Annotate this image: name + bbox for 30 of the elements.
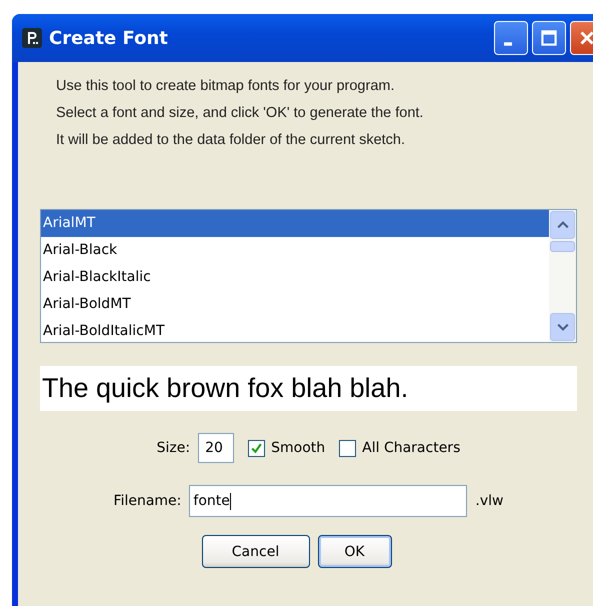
font-list-item[interactable]: Arial-Black [41, 237, 549, 264]
minimize-icon [504, 42, 512, 46]
window-title: Create Font [49, 28, 168, 48]
up-caret-icon [556, 221, 568, 229]
check-icon [250, 442, 264, 454]
font-list-item[interactable]: ArialMT [41, 210, 549, 237]
filename-label: Filename: [114, 493, 182, 509]
scroll-thumb[interactable] [550, 241, 575, 252]
instruction-text: Select a font and size, and click 'OK' to generate the font. [56, 104, 424, 123]
scrollbar[interactable] [549, 210, 576, 342]
scroll-down-button[interactable] [550, 313, 575, 341]
app-icon [22, 28, 42, 48]
filename-field[interactable]: fonte [189, 485, 468, 517]
maximize-button[interactable] [532, 21, 566, 55]
dialog-button[interactable]: Cancel [202, 535, 310, 568]
extension-label: .vlw [475, 493, 504, 509]
instruction-text: Use this tool to create bitmap fonts for your program. [56, 77, 396, 96]
instruction-text: It will be added to the data folder of the current sketch. [56, 131, 406, 150]
size-field[interactable]: 20 [198, 433, 234, 463]
font-list-item[interactable]: Arial-BoldItalicMT [41, 318, 549, 345]
font-list-item[interactable]: Arial-BoldMT [41, 291, 549, 318]
font-list-item[interactable]: Arial-BlackItalic [41, 264, 549, 291]
minimize-button[interactable] [494, 21, 528, 55]
option-checkbox[interactable]: All Characters [339, 440, 460, 456]
size-label: Size: [156, 440, 190, 456]
dialog-button[interactable]: OK [318, 535, 392, 568]
scroll-up-button[interactable] [550, 211, 575, 239]
option-checkbox[interactable]: Smooth [248, 440, 326, 456]
preview-text: The quick brown fox blah blah. [42, 373, 408, 404]
down-caret-icon [556, 323, 568, 331]
